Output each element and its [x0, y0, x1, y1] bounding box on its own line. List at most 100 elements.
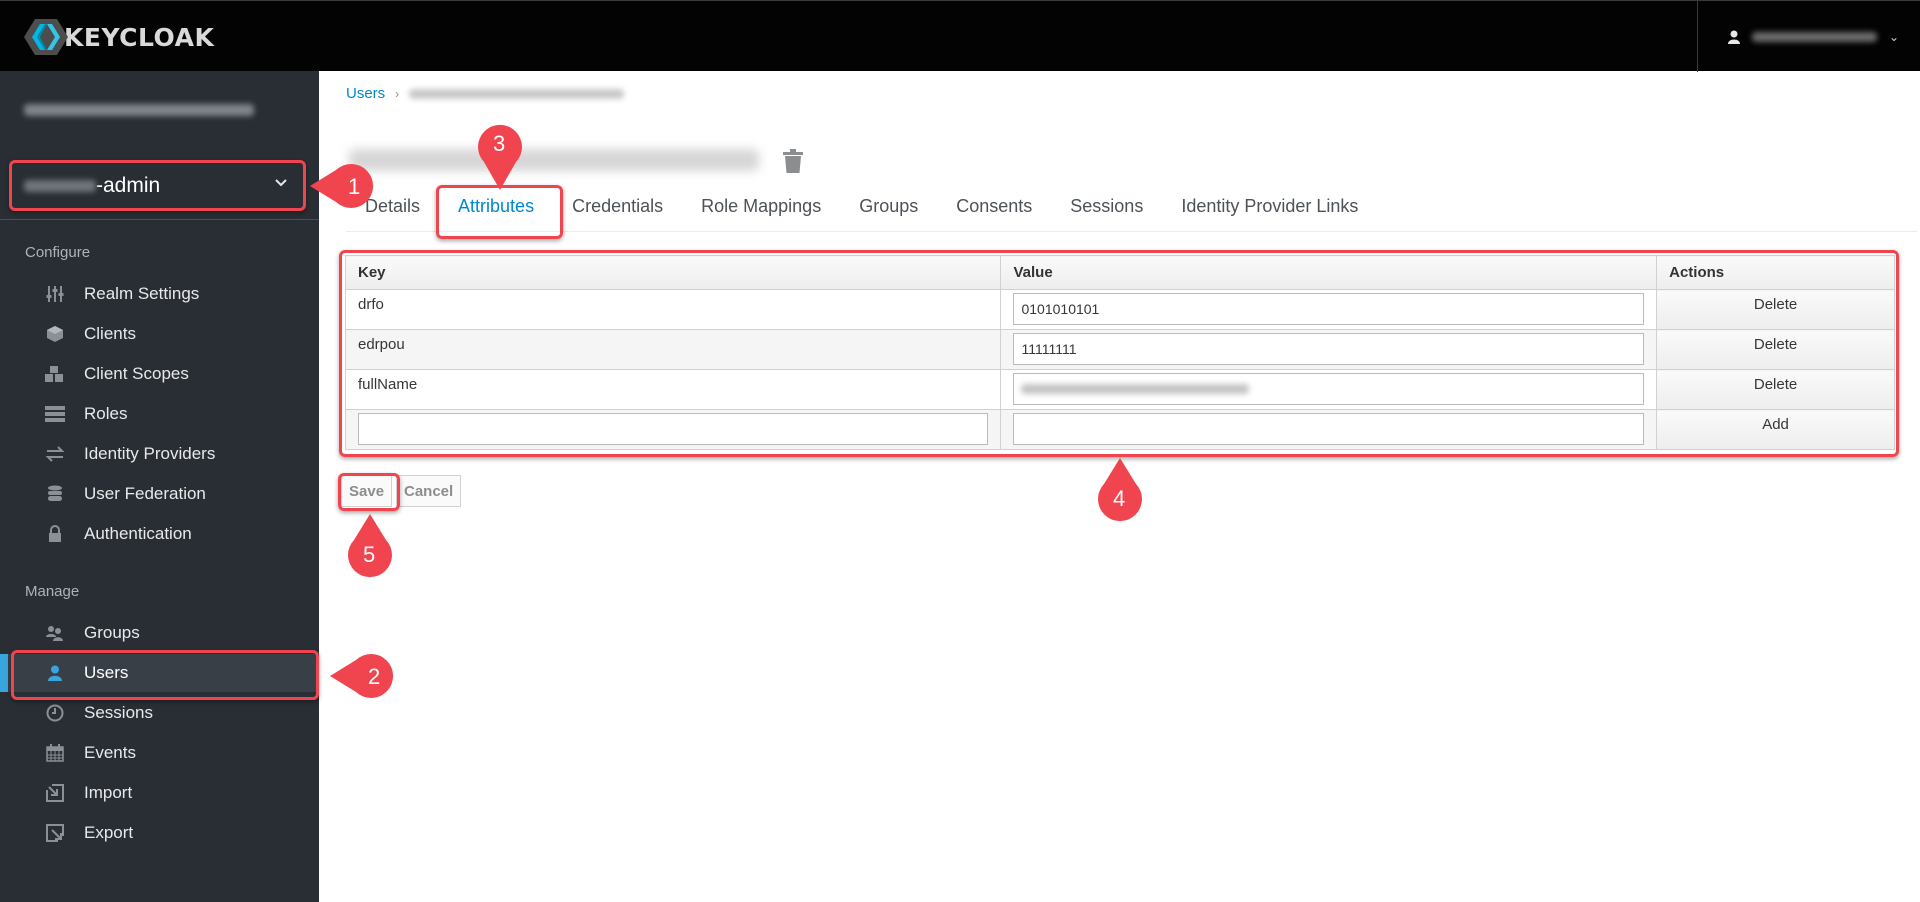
delete-button[interactable]: Delete — [1656, 289, 1895, 330]
user-icon — [44, 664, 66, 682]
sidebar-item-sessions[interactable]: Sessions — [0, 694, 319, 732]
keycloak-logo-icon — [24, 19, 68, 55]
keycloak-logo[interactable]: KEYCLOAK — [24, 19, 214, 55]
sidebar-item-label: Clients — [84, 324, 136, 343]
exchange-icon — [44, 445, 66, 463]
callout-marker-5: 5 — [348, 514, 392, 578]
sidebar-item-user-federation[interactable]: User Federation — [0, 475, 319, 513]
sliders-icon — [44, 285, 66, 303]
chevron-down-icon: ⌄ — [1889, 29, 1900, 44]
add-button[interactable]: Add — [1656, 409, 1895, 450]
sidebar-item-label: Sessions — [84, 703, 153, 722]
callout-marker-1: 1 — [310, 164, 374, 208]
sidebar-item-authentication[interactable]: Authentication — [0, 515, 319, 553]
sidebar-divider — [0, 219, 319, 220]
database-icon — [44, 485, 66, 503]
attribute-value-input[interactable] — [1013, 293, 1645, 325]
breadcrumb-current-blurred — [409, 88, 625, 99]
sidebar-item-label: Groups — [84, 623, 140, 642]
attribute-value-input[interactable] — [1013, 373, 1645, 405]
sidebar-item-export[interactable]: Export — [0, 814, 319, 852]
tab-groups[interactable]: Groups — [840, 182, 937, 232]
table-row: edrpou Delete — [344, 329, 1895, 370]
blurred-value — [1021, 384, 1250, 394]
table-row-new: Add — [344, 409, 1895, 450]
breadcrumb-separator-icon: › — [395, 86, 400, 101]
sidebar-item-import[interactable]: Import — [0, 774, 319, 812]
realm-selector-label: -admin — [96, 174, 161, 197]
user-name — [1752, 31, 1877, 42]
sidebar-item-label: User Federation — [84, 484, 206, 503]
realm-name — [24, 101, 254, 119]
sidebar-item-label: Export — [84, 823, 134, 842]
trash-icon[interactable] — [781, 148, 805, 174]
sidebar-item-identity-providers[interactable]: Identity Providers — [0, 435, 319, 473]
user-menu-dropdown[interactable]: ⌄ — [1697, 1, 1920, 72]
tab-credentials[interactable]: Credentials — [553, 182, 682, 232]
section-configure: Configure — [25, 244, 91, 261]
export-icon — [44, 824, 66, 842]
cubes-icon — [44, 365, 66, 383]
attribute-key: drfo — [344, 289, 1002, 330]
marker-label: 2 — [368, 664, 380, 689]
users-icon — [44, 624, 66, 642]
cancel-button[interactable]: Cancel — [396, 475, 462, 507]
sidebar-item-events[interactable]: Events — [0, 734, 319, 772]
sidebar-item-label: Events — [84, 743, 136, 762]
breadcrumb-users-link[interactable]: Users — [346, 85, 385, 102]
delete-button[interactable]: Delete — [1656, 369, 1895, 410]
new-attribute-key-input[interactable] — [358, 413, 989, 445]
cube-icon — [44, 325, 66, 343]
sidebar-item-label: Import — [84, 783, 133, 802]
attribute-value-input[interactable] — [1013, 333, 1645, 365]
user-tabs: Details Attributes Credentials Role Mapp… — [346, 182, 1917, 232]
marker-label: 4 — [1113, 486, 1125, 511]
user-icon — [1728, 30, 1740, 44]
sidebar-item-roles[interactable]: Roles — [0, 395, 319, 433]
top-header: KEYCLOAK ⌄ — [0, 0, 1920, 72]
realm-prefix-blurred — [24, 180, 96, 192]
table-header-row: Key Value Actions — [344, 255, 1895, 290]
callout-marker-3: 3 — [478, 124, 522, 190]
save-button[interactable]: Save — [341, 475, 393, 507]
lock-icon — [44, 525, 66, 543]
column-header-actions: Actions — [1656, 255, 1895, 290]
tab-role-mappings[interactable]: Role Mappings — [682, 182, 840, 232]
breadcrumb: Users › — [346, 85, 625, 102]
chevron-down-icon — [274, 175, 288, 192]
sidebar-item-label: Authentication — [84, 524, 192, 543]
sidebar-item-clients[interactable]: Clients — [0, 315, 319, 353]
sidebar-item-label: Roles — [84, 404, 128, 423]
table-row: drfo Delete — [344, 289, 1895, 330]
sidebar-item-users[interactable]: Users — [0, 654, 319, 692]
page-title-blurred — [349, 149, 759, 171]
sidebar-item-groups[interactable]: Groups — [0, 614, 319, 652]
marker-label: 3 — [493, 131, 505, 156]
sidebar-item-label: Users — [84, 663, 129, 682]
clock-icon — [44, 704, 66, 722]
callout-marker-4: 4 — [1098, 458, 1142, 522]
sidebar-item-client-scopes[interactable]: Client Scopes — [0, 355, 319, 393]
attributes-table: Key Value Actions drfo Delete edrpou Del… — [344, 255, 1895, 450]
server-icon — [44, 405, 66, 423]
new-attribute-value-input[interactable] — [1013, 413, 1645, 445]
sidebar-item-label: Client Scopes — [84, 364, 189, 383]
realm-selector[interactable]: -admin — [12, 163, 302, 209]
sidebar-item-label: Identity Providers — [84, 444, 216, 463]
tab-identity-provider-links[interactable]: Identity Provider Links — [1162, 182, 1377, 232]
attribute-key: fullName — [344, 369, 1002, 410]
import-icon — [44, 784, 66, 802]
table-row: fullName Delete — [344, 369, 1895, 410]
tab-consents[interactable]: Consents — [937, 182, 1051, 232]
sidebar-item-label: Realm Settings — [84, 284, 200, 303]
delete-button[interactable]: Delete — [1656, 329, 1895, 370]
sidebar: -admin Configure Realm Settings Clients … — [0, 71, 319, 902]
callout-marker-2: 2 — [330, 654, 394, 698]
sidebar-item-realm-settings[interactable]: Realm Settings — [0, 275, 319, 313]
tab-sessions[interactable]: Sessions — [1051, 182, 1162, 232]
marker-label: 1 — [348, 174, 360, 199]
column-header-value: Value — [1000, 255, 1658, 290]
column-header-key: Key — [344, 255, 1002, 290]
calendar-icon — [44, 744, 66, 762]
marker-label: 5 — [363, 542, 375, 567]
